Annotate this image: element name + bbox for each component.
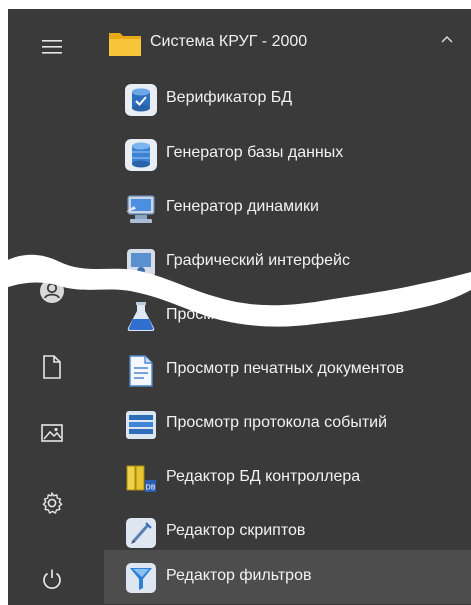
pictures-button[interactable]: [28, 413, 76, 453]
svg-text:DB: DB: [145, 484, 155, 492]
pictures-icon: [41, 424, 63, 442]
menu-item-label: Просмотр протокола событий: [166, 414, 388, 431]
controller-db-icon: DB: [126, 465, 156, 492]
database-check-icon: [125, 84, 157, 116]
menu-item-label: Верификатор БД: [166, 89, 293, 106]
monitor-generator-icon: [126, 195, 155, 223]
database-icon: [125, 139, 157, 171]
hamburger-menu-button[interactable]: [28, 27, 76, 67]
menu-item-controller-db-editor[interactable]: DB Редактор БД контроллера: [104, 451, 471, 505]
menu-item-verifier-db[interactable]: Верификатор БД: [104, 72, 471, 126]
menu-item-db-generator[interactable]: Генератор базы данных: [104, 127, 471, 181]
menu-item-label: Просмотр печатных документов: [166, 360, 405, 377]
documents-icon: [43, 355, 61, 379]
menu-item-event-log[interactable]: Просмотр протокола событий: [104, 397, 471, 451]
start-menu-screenshot: Система КРУГ - 2000 Верификатор БД Генер…: [0, 0, 471, 605]
settings-button[interactable]: [28, 483, 76, 523]
menu-item-label: Генератор базы данных: [166, 144, 344, 161]
settings-icon: [42, 492, 63, 514]
app-group-title: Система КРУГ - 2000: [150, 33, 308, 50]
chevron-up-icon[interactable]: [440, 33, 454, 47]
menu-item-label: Редактор фильтров: [166, 567, 312, 584]
power-icon: [43, 569, 61, 589]
menu-item-print-docs[interactable]: Просмотр печатных документов: [104, 343, 471, 397]
menu-item-label: Редактор скриптов: [166, 522, 306, 539]
torn-overlay: [0, 254, 471, 327]
app-group-header[interactable]: Система КРУГ - 2000: [104, 21, 471, 65]
script-editor-icon: [126, 518, 156, 548]
filter-editor-icon: [126, 563, 156, 593]
folder-icon: [109, 33, 141, 56]
power-button[interactable]: [28, 559, 76, 599]
menu-item-filter-editor[interactable]: Редактор фильтров: [104, 550, 471, 604]
menu-item-label: Редактор БД контроллера: [166, 468, 361, 485]
hamburger-menu-icon: [42, 40, 62, 54]
documents-button[interactable]: [28, 347, 76, 387]
event-log-icon: [126, 411, 156, 439]
menu-item-dynamics-generator[interactable]: Генератор динамики: [104, 181, 471, 235]
document-view-icon: [129, 355, 153, 387]
menu-item-label: Генератор динамики: [166, 198, 319, 215]
